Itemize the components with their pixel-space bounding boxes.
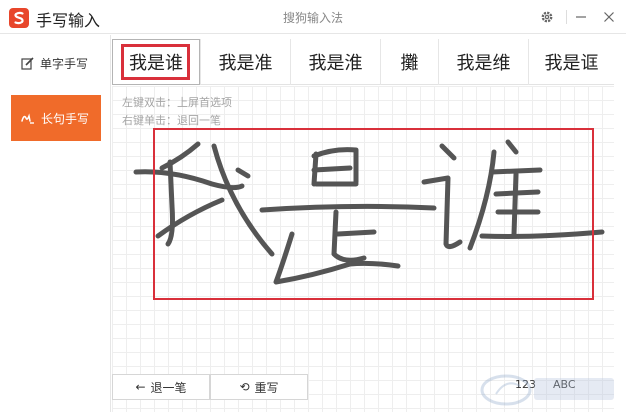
candidate-6[interactable]: 我是诓 — [529, 39, 614, 85]
stroke — [235, 167, 251, 179]
stroke — [493, 189, 541, 197]
window-title: 搜狗输入法 — [282, 11, 343, 25]
stroke — [311, 165, 353, 173]
signature-icon — [21, 112, 34, 124]
sidebar-item-label: 长句手写 — [41, 111, 90, 126]
stroke — [165, 159, 175, 247]
title-bar: 手写输入 搜狗输入法 — [0, 0, 626, 34]
candidate-bar: 我是谁 我是准 我是淮 攤 我是维 我是诓 — [112, 39, 614, 85]
stroke — [479, 229, 605, 239]
minimize-icon — [576, 16, 586, 18]
refresh-icon: ⟲ — [239, 380, 250, 394]
gear-icon — [541, 11, 553, 23]
undo-stroke-button[interactable]: ← 退一笔 — [112, 374, 210, 400]
stroke — [505, 139, 519, 155]
rewrite-label: 重写 — [254, 380, 279, 395]
arrow-left-icon: ← — [135, 380, 146, 394]
stroke — [421, 175, 463, 250]
watermark-logo — [480, 374, 614, 406]
close-icon — [604, 12, 614, 22]
stroke — [335, 229, 377, 237]
rewrite-button[interactable]: ⟲ 重写 — [210, 374, 308, 400]
close-button[interactable] — [599, 7, 619, 27]
candidate-4[interactable]: 攤 — [381, 39, 439, 85]
stroke — [159, 141, 201, 171]
stroke — [259, 203, 437, 213]
sidebar: 单字手写 长句手写 — [0, 35, 111, 412]
titlebar-divider — [566, 10, 567, 24]
candidate-1[interactable]: 我是谁 — [112, 39, 201, 85]
minimize-button[interactable] — [571, 7, 591, 27]
sidebar-item-single-char[interactable]: 单字手写 — [11, 40, 101, 86]
candidate-5[interactable]: 我是维 — [439, 39, 529, 85]
edit-icon — [21, 56, 34, 70]
candidate-3[interactable]: 我是淮 — [291, 39, 381, 85]
stroke — [511, 171, 519, 237]
stroke — [155, 197, 225, 239]
sidebar-item-long-sentence[interactable]: 长句手写 — [11, 95, 101, 141]
settings-button[interactable] — [537, 7, 557, 27]
candidate-2[interactable]: 我是准 — [201, 39, 291, 85]
sidebar-item-label: 单字手写 — [40, 56, 89, 71]
undo-stroke-label: 退一笔 — [150, 380, 187, 395]
stroke — [439, 143, 457, 161]
